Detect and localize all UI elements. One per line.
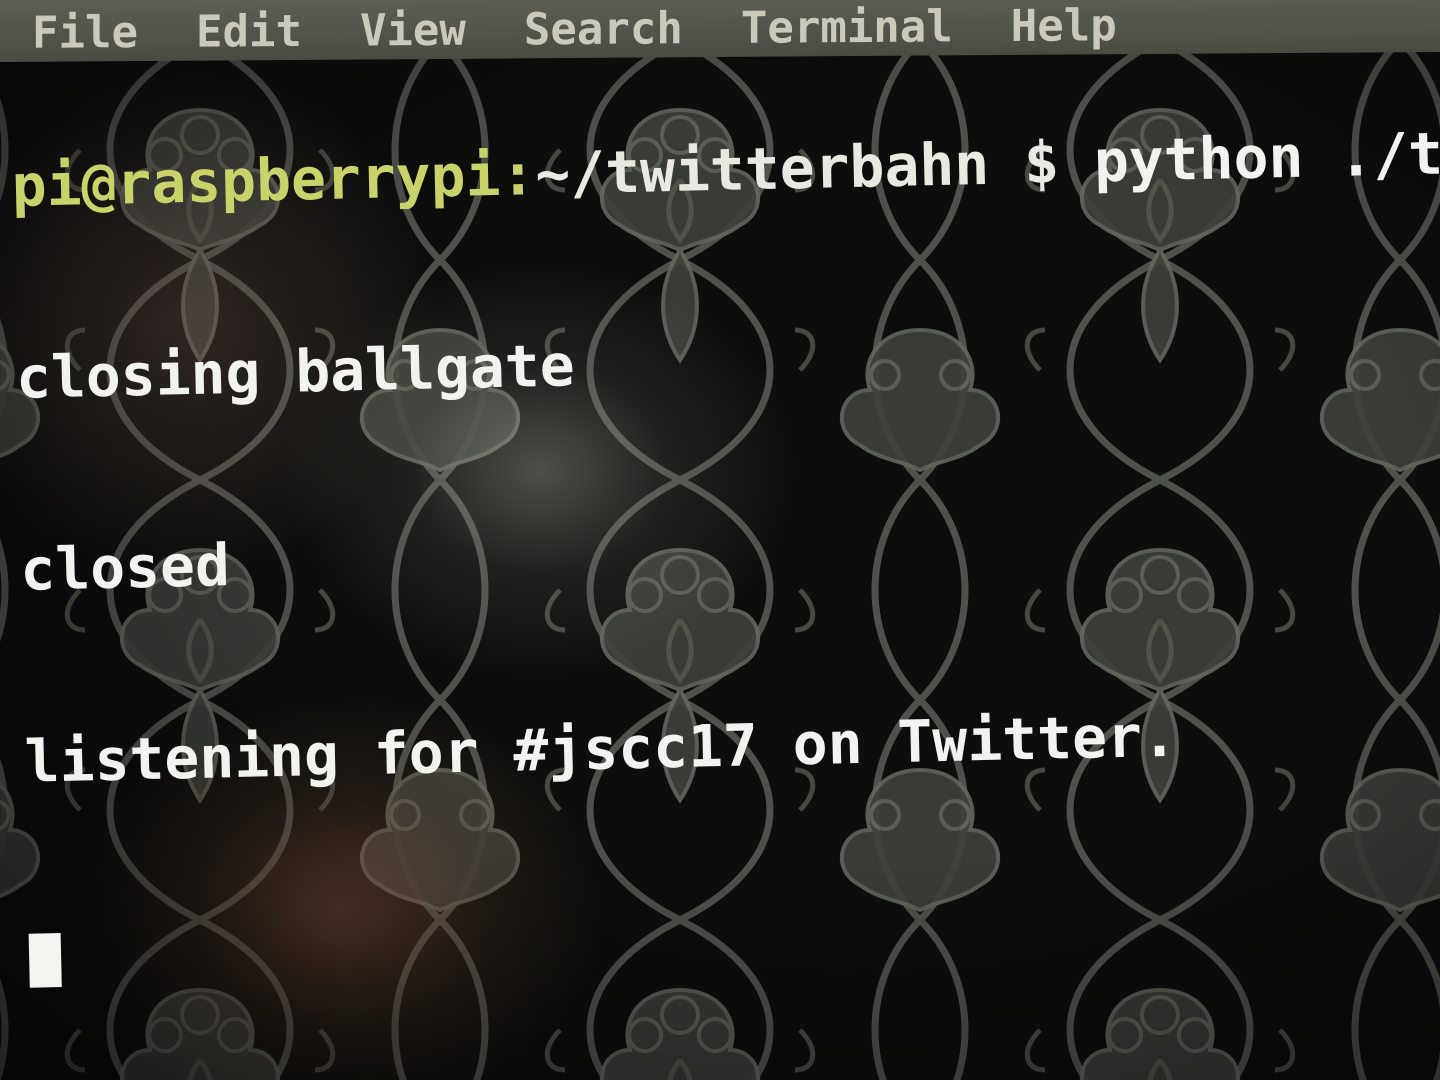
command-text: python ./twitte — [1093, 115, 1440, 196]
prompt-user: pi@raspberrypi — [10, 140, 502, 220]
prompt-path: ~/twitterbahn $ — [534, 128, 1060, 209]
terminal-output[interactable]: pi@raspberrypi:~/twitterbahn $ python ./… — [8, 0, 1440, 1080]
output-line: listening for #jscc17 on Twitter. — [23, 701, 1178, 796]
desktop-screen: File Edit View Search Terminal Help pi@r… — [0, 0, 1440, 1080]
output-line: closing ballgate — [15, 331, 576, 412]
output-line: closed — [19, 531, 231, 604]
text-cursor — [28, 932, 62, 988]
cursor-line — [28, 889, 1440, 988]
prompt-separator: : — [499, 140, 537, 209]
command-line: pi@raspberrypi:~/twitterbahn $ python ./… — [10, 116, 1440, 220]
